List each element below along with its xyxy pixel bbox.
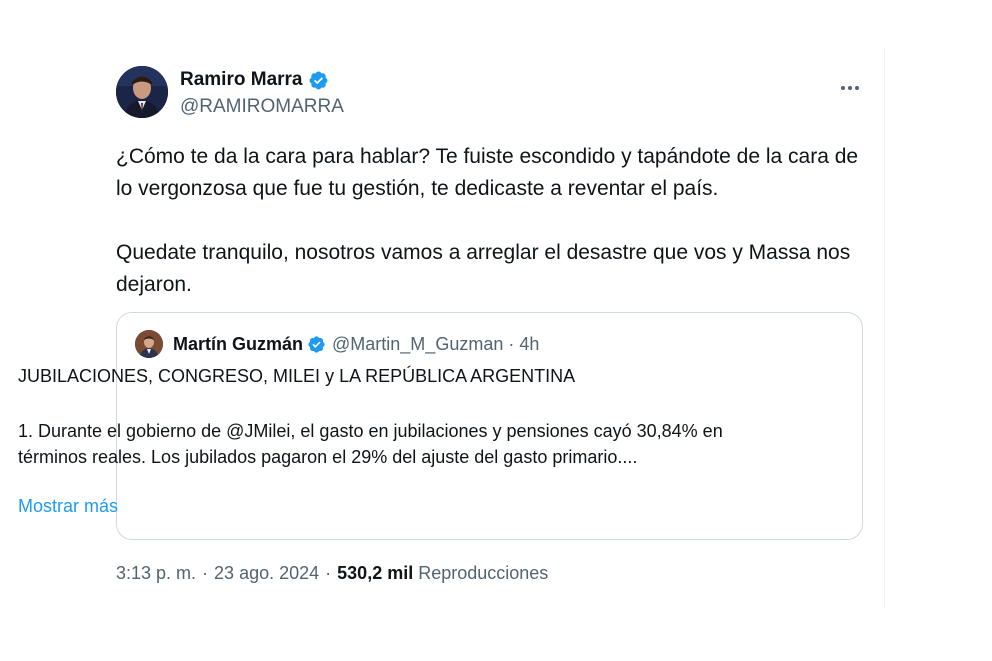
views-label: Reproducciones bbox=[418, 563, 549, 583]
views-count: 530,2 mil bbox=[337, 563, 414, 583]
quoted-author-avatar[interactable] bbox=[135, 330, 163, 358]
tweet-paragraph: Quedate tranquilo, nosotros vamos a arre… bbox=[116, 241, 851, 296]
divider bbox=[884, 48, 885, 608]
show-more-link[interactable]: Mostrar más bbox=[18, 496, 118, 517]
tweet-paragraph: ¿Cómo te da la cara para hablar? Te fuis… bbox=[116, 145, 859, 200]
author-name-row: Ramiro Marra bbox=[180, 68, 344, 92]
tweet-metadata: 3:13 p. m. · 23 ago. 2024 · 530,2 mil Re… bbox=[116, 563, 548, 584]
quoted-author-handle[interactable]: @Martin_M_Guzman bbox=[332, 334, 503, 355]
quoted-tweet-header: Martín Guzmán @Martin_M_Guzman · 4h bbox=[135, 329, 539, 359]
tweet-date[interactable]: 23 ago. 2024 bbox=[214, 563, 319, 584]
separator-dot: · bbox=[325, 563, 332, 583]
avatar-image bbox=[116, 66, 168, 118]
author-avatar[interactable] bbox=[116, 66, 168, 118]
quoted-tweet-title: JUBILACIONES, CONGRESO, MILEI y LA REPÚB… bbox=[18, 366, 576, 386]
more-horizontal-icon bbox=[848, 86, 852, 90]
author-name[interactable]: Ramiro Marra bbox=[180, 69, 303, 91]
more-horizontal-icon bbox=[855, 86, 859, 90]
separator-dot: · bbox=[508, 333, 515, 354]
author-info: Ramiro Marra @RAMIROMARRA bbox=[180, 68, 344, 119]
more-horizontal-icon bbox=[841, 86, 845, 90]
tweet-text: ¿Cómo te da la cara para hablar? Te fuis… bbox=[116, 141, 876, 301]
verified-badge-icon bbox=[309, 71, 327, 89]
author-handle[interactable]: @RAMIROMARRA bbox=[180, 95, 344, 119]
verified-badge-icon bbox=[308, 335, 325, 353]
more-options-button[interactable] bbox=[832, 78, 868, 98]
quoted-author-name[interactable]: Martín Guzmán bbox=[173, 334, 303, 355]
separator-dot: · bbox=[202, 563, 209, 583]
tweet-time[interactable]: 3:13 p. m. bbox=[116, 563, 196, 584]
quoted-tweet-text: 1. Durante el gobierno de @JMilei, el ga… bbox=[18, 421, 723, 467]
avatar-image bbox=[135, 330, 163, 358]
tweet-card: Ramiro Marra @RAMIROMARRA ¿Cómo te da la… bbox=[0, 0, 992, 661]
quoted-tweet-time[interactable]: 4h bbox=[519, 334, 539, 355]
